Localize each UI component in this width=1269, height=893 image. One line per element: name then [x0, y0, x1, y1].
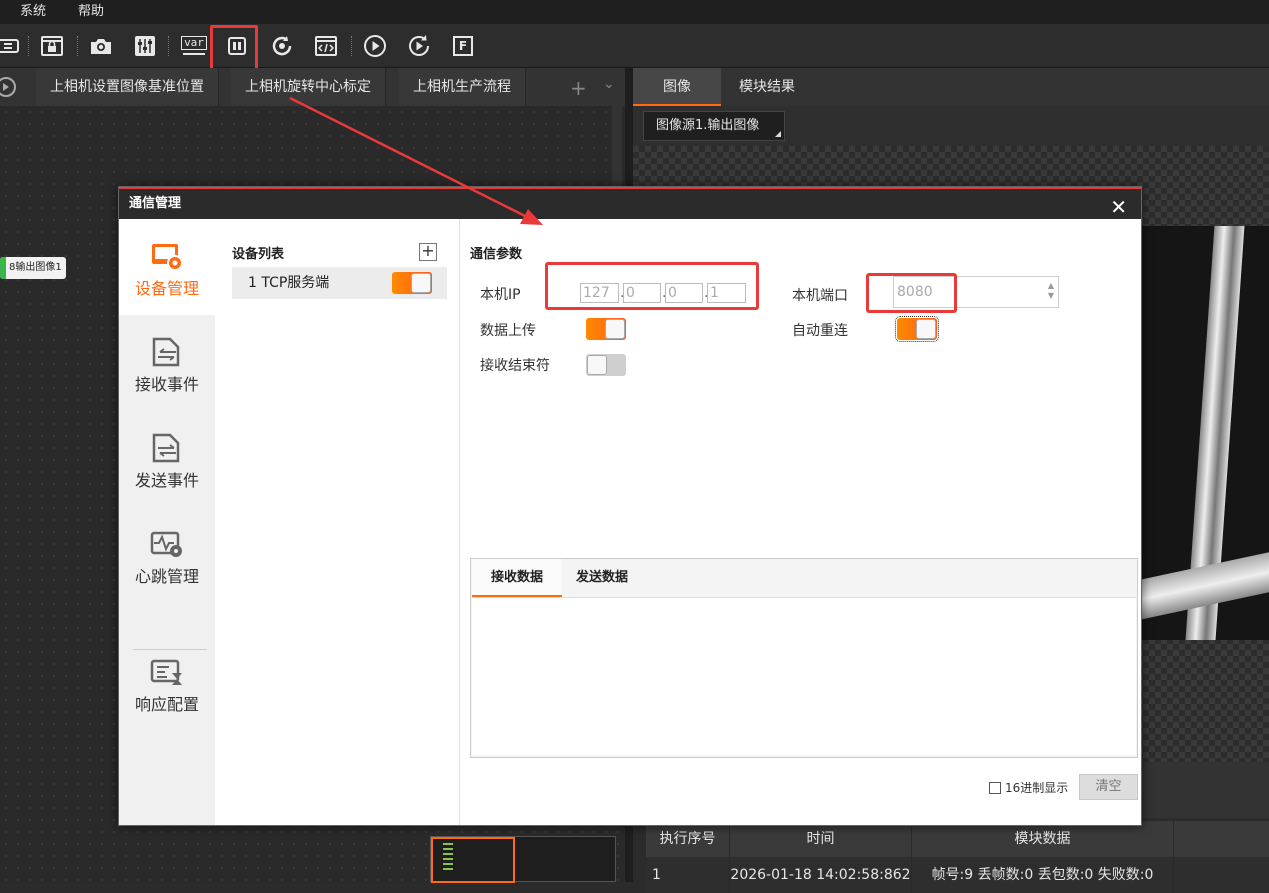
nav-receive-events[interactable]: 接收事件 — [119, 315, 215, 411]
lock-window-icon[interactable] — [40, 34, 64, 58]
hex-display-checkbox[interactable]: 16进制显示 — [989, 779, 1068, 796]
auto-reconnect-label: 自动重连 — [792, 323, 848, 339]
comm-params-panel: 通信参数 本机IP 127 . 0 . 0 . 1 本机端口 8080 ▲▼ 数… — [460, 219, 1141, 825]
nav-heartbeat[interactable]: 心跳管理 — [119, 507, 215, 603]
hex-display-label: 16进制显示 — [1005, 781, 1069, 795]
image-source-value: 图像源1.输出图像 — [656, 118, 760, 133]
receive-event-icon — [152, 337, 180, 367]
nav-response-config[interactable]: 响应配置 — [119, 635, 215, 731]
heartbeat-icon — [150, 531, 182, 557]
send-event-icon — [152, 433, 180, 463]
nav-send-events[interactable]: 发送事件 — [119, 411, 215, 507]
flow-node[interactable]: 8输出图像1 — [0, 257, 66, 279]
params-title: 通信参数 — [470, 247, 523, 262]
run-loop-icon[interactable] — [407, 34, 431, 58]
auto-reconnect-toggle[interactable] — [895, 316, 939, 342]
nav-device-management[interactable]: 设备管理 — [119, 219, 215, 315]
column-header[interactable]: 模块数据 — [912, 821, 1174, 857]
device-settings-icon — [152, 244, 183, 271]
checkbox-box[interactable] — [989, 782, 1001, 794]
format-icon[interactable]: F — [451, 34, 475, 58]
dialog-title: 通信管理 — [129, 196, 182, 211]
nav-label: 发送事件 — [134, 471, 199, 490]
nav-label: 响应配置 — [134, 695, 199, 714]
tab-receive-data[interactable]: 接收数据 — [472, 559, 562, 597]
ip-highlight-box — [545, 262, 759, 310]
add-device-button[interactable]: + — [419, 243, 437, 261]
cell-data: 帧号:9 丢帧数:0 丢包数:0 失败数:0 — [912, 857, 1174, 893]
global-var-icon[interactable] — [0, 34, 24, 58]
tab-image[interactable]: 图像 — [633, 68, 721, 106]
chevron-down-icon[interactable]: ⌄ — [603, 76, 615, 92]
cell-index: 1 — [646, 857, 730, 893]
result-tab-strip: 图像 模块结果 — [633, 68, 1269, 106]
device-list-title: 设备列表 — [232, 247, 285, 262]
menu-help[interactable]: 帮助 — [78, 4, 104, 20]
data-upload-label: 数据上传 — [480, 323, 536, 339]
code-icon[interactable] — [314, 34, 338, 58]
camera-image — [1140, 226, 1269, 640]
device-enable-toggle[interactable] — [392, 272, 432, 294]
recv-terminator-label: 接收结束符 — [480, 358, 550, 374]
flow-tab[interactable]: 上相机旋转中心标定 — [231, 68, 386, 106]
adjust-icon[interactable] — [133, 34, 157, 58]
nav-label: 接收事件 — [134, 375, 199, 394]
close-icon[interactable]: ✕ — [1110, 192, 1127, 222]
table-row[interactable]: 1 2026-01-18 14:02:58:862 帧号:9 丢帧数:0 丢包数… — [646, 857, 1269, 893]
response-config-icon — [150, 659, 182, 685]
cell-time: 2026-01-18 14:02:58:862 — [730, 857, 912, 893]
communication-dialog: 通信管理 ✕ 设备管理 接收事件 发送事件 心跳管理 响应配置 设备列表 + 1… — [118, 186, 1142, 826]
run-once-icon[interactable] — [363, 34, 387, 58]
local-port-label: 本机端口 — [792, 288, 848, 304]
data-upload-toggle[interactable] — [586, 318, 626, 340]
menu-bar: 系统 帮助 — [0, 0, 1269, 24]
dropdown-corner-icon — [775, 131, 781, 137]
data-monitor-panel: 接收数据 发送数据 — [470, 558, 1138, 758]
minimap[interactable] — [430, 836, 616, 883]
dialog-nav: 设备管理 接收事件 发送事件 心跳管理 响应配置 — [119, 219, 215, 825]
camera-icon[interactable] — [89, 34, 113, 58]
flow-tab[interactable]: 上相机设置图像基准位置 — [36, 68, 219, 106]
nav-label: 心跳管理 — [134, 567, 199, 586]
column-header[interactable]: 时间 — [730, 821, 912, 857]
tab-send-data[interactable]: 发送数据 — [562, 559, 642, 597]
menu-system[interactable]: 系统 — [20, 4, 46, 20]
image-source-select[interactable]: 图像源1.输出图像 — [643, 111, 785, 141]
device-item[interactable]: 1 TCP服务端 — [232, 267, 447, 299]
flow-node-label: 8输出图像1 — [9, 262, 62, 273]
flow-tab[interactable]: 上相机生产流程 — [399, 68, 526, 106]
tab-module-result[interactable]: 模块结果 — [721, 68, 813, 106]
var-icon[interactable]: var — [181, 34, 207, 58]
dialog-titlebar[interactable]: 通信管理 ✕ — [119, 187, 1141, 219]
port-highlight-box — [866, 273, 957, 313]
recv-terminator-toggle[interactable] — [586, 354, 626, 376]
clear-button[interactable]: 清空 — [1079, 774, 1138, 800]
local-ip-label: 本机IP — [480, 287, 521, 303]
toolbar: var F — [0, 24, 1269, 68]
data-text-area[interactable] — [472, 597, 1136, 755]
device-list-panel: 设备列表 + 1 TCP服务端 — [215, 219, 460, 825]
nav-label: 设备管理 — [134, 279, 199, 298]
spinner-arrows-icon[interactable]: ▲ ▼ — [1048, 281, 1054, 301]
add-flow-button[interactable]: + — [570, 76, 587, 100]
device-item-label: 1 TCP服务端 — [248, 275, 330, 291]
result-table-header: 执行序号 时间 模块数据 — [646, 821, 1269, 857]
flow-tab-strip: 上相机设置图像基准位置 上相机旋转中心标定 上相机生产流程 + ⌄ — [0, 68, 625, 106]
column-header[interactable]: 执行序号 — [646, 821, 730, 857]
flow-run-icon[interactable] — [0, 76, 22, 98]
rotate-icon[interactable] — [270, 34, 294, 58]
